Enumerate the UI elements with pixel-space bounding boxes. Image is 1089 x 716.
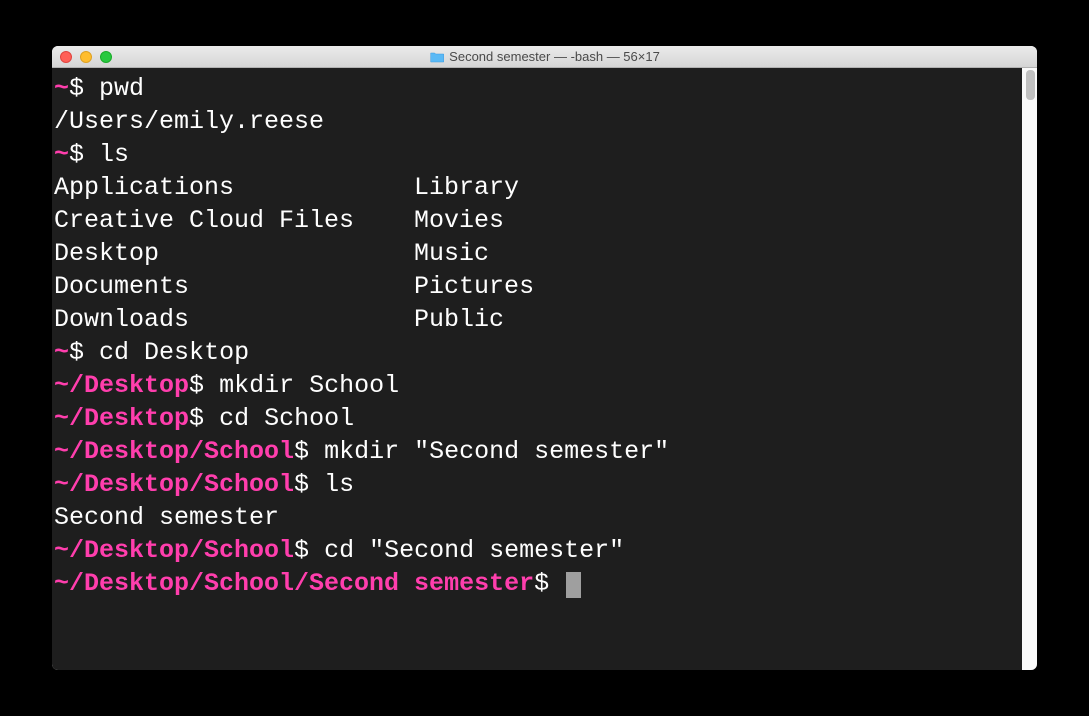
window-title: Second semester — -bash — 56×17 — [429, 49, 660, 64]
prompt-dollar: $ — [294, 536, 309, 565]
ls-item: Creative Cloud Files — [54, 204, 414, 237]
prompt-dollar: $ — [189, 371, 204, 400]
prompt-dollar: $ — [294, 437, 309, 466]
maximize-button[interactable] — [100, 51, 112, 63]
prompt-dollar: $ — [69, 338, 84, 367]
terminal-line: ~/Desktop/School$ mkdir "Second semester… — [54, 435, 1035, 468]
ls-item: Music — [414, 237, 534, 270]
ls-column: Applications Creative Cloud Files Deskto… — [54, 171, 414, 336]
command-text: pwd — [99, 74, 144, 103]
ls-item: Downloads — [54, 303, 414, 336]
titlebar[interactable]: Second semester — -bash — 56×17 — [52, 46, 1037, 68]
ls-output: Applications Creative Cloud Files Deskto… — [54, 171, 1035, 336]
ls-item: Applications — [54, 171, 414, 204]
prompt-path: ~/Desktop — [54, 404, 189, 433]
command-text: cd "Second semester" — [324, 536, 624, 565]
prompt-path: ~/Desktop — [54, 371, 189, 400]
prompt-path: ~ — [54, 338, 69, 367]
title-text: Second semester — -bash — 56×17 — [449, 49, 660, 64]
terminal-output: /Users/emily.reese — [54, 105, 1035, 138]
prompt-path: ~ — [54, 74, 69, 103]
terminal-line: ~$ pwd — [54, 72, 1035, 105]
terminal-line: ~$ ls — [54, 138, 1035, 171]
traffic-lights — [60, 51, 112, 63]
prompt-path: ~ — [54, 140, 69, 169]
terminal-body[interactable]: ~$ pwd /Users/emily.reese ~$ ls Applicat… — [52, 68, 1037, 670]
folder-icon — [429, 51, 444, 63]
command-text: cd Desktop — [99, 338, 249, 367]
prompt-path: ~/Desktop/School — [54, 437, 294, 466]
scrollbar-thumb[interactable] — [1026, 70, 1035, 100]
cursor — [566, 572, 581, 598]
prompt-dollar: $ — [69, 74, 84, 103]
ls-item: Pictures — [414, 270, 534, 303]
ls-item: Public — [414, 303, 534, 336]
prompt-dollar: $ — [294, 470, 309, 499]
terminal-line: ~/Desktop$ mkdir School — [54, 369, 1035, 402]
terminal-line: ~$ cd Desktop — [54, 336, 1035, 369]
close-button[interactable] — [60, 51, 72, 63]
command-text: ls — [324, 470, 354, 499]
terminal-line: ~/Desktop$ cd School — [54, 402, 1035, 435]
prompt-dollar: $ — [189, 404, 204, 433]
minimize-button[interactable] — [80, 51, 92, 63]
terminal-line: ~/Desktop/School/Second semester$ — [54, 567, 1035, 600]
prompt-path: ~/Desktop/School/Second semester — [54, 569, 534, 598]
command-text: mkdir School — [219, 371, 399, 400]
command-text: cd School — [219, 404, 354, 433]
ls-column: Library Movies Music Pictures Public — [414, 171, 534, 336]
prompt-dollar: $ — [69, 140, 84, 169]
command-text: mkdir "Second semester" — [324, 437, 669, 466]
terminal-output: Second semester — [54, 501, 1035, 534]
terminal-line: ~/Desktop/School$ cd "Second semester" — [54, 534, 1035, 567]
terminal-line: ~/Desktop/School$ ls — [54, 468, 1035, 501]
command-text: ls — [99, 140, 129, 169]
ls-item: Desktop — [54, 237, 414, 270]
terminal-window: Second semester — -bash — 56×17 ~$ pwd /… — [52, 46, 1037, 670]
ls-item: Movies — [414, 204, 534, 237]
prompt-path: ~/Desktop/School — [54, 470, 294, 499]
ls-item: Documents — [54, 270, 414, 303]
ls-item: Library — [414, 171, 534, 204]
prompt-path: ~/Desktop/School — [54, 536, 294, 565]
scrollbar-track[interactable] — [1022, 68, 1037, 670]
prompt-dollar: $ — [534, 569, 549, 598]
